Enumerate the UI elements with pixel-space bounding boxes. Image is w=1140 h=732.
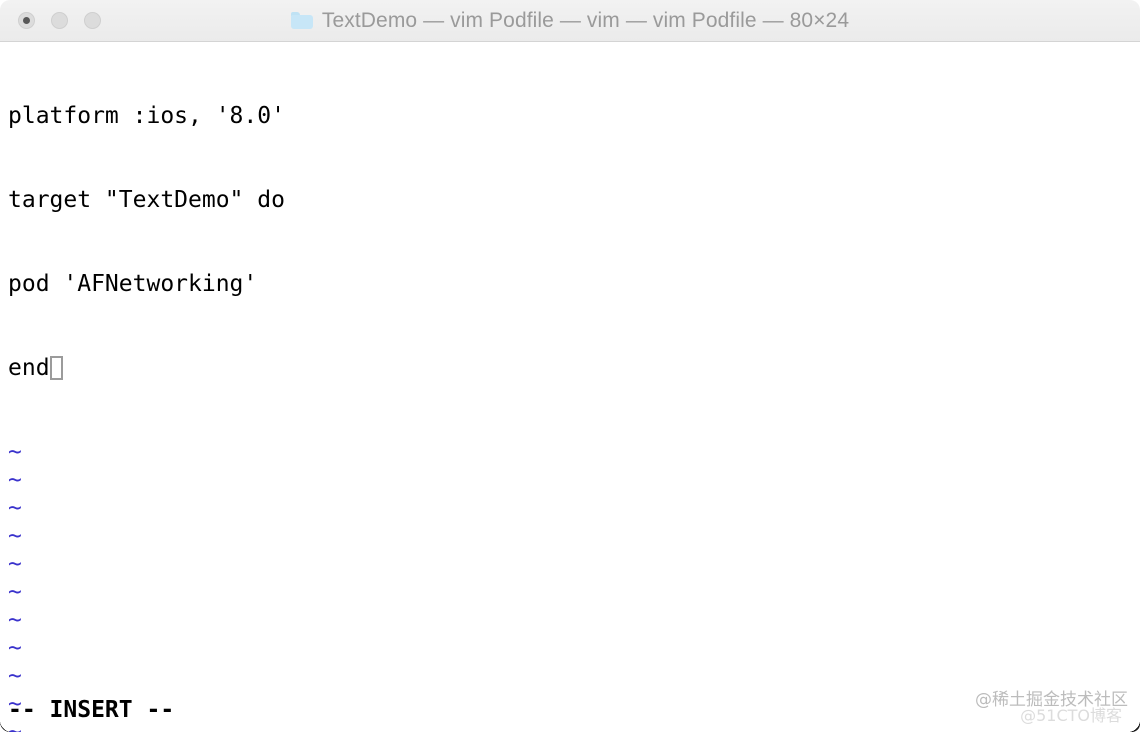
minimize-button[interactable]	[51, 12, 68, 29]
close-button[interactable]	[18, 12, 35, 29]
terminal-window: TextDemo — vim Podfile — vim — vim Podfi…	[0, 0, 1140, 732]
empty-line-marker: ~	[8, 523, 22, 549]
empty-line-marker: ~	[8, 719, 22, 732]
code-line: target "TextDemo" do	[8, 187, 285, 213]
empty-line-marker: ~	[8, 551, 22, 577]
empty-line-marker: ~	[8, 607, 22, 633]
window-title: TextDemo — vim Podfile — vim — vim Podfi…	[321, 8, 850, 32]
close-button-dot	[23, 17, 30, 24]
empty-line-marker: ~	[8, 691, 22, 717]
empty-line-marker: ~	[8, 439, 22, 465]
empty-line-markers: ~~~~~~~~~~~~~~~~~~~	[8, 438, 1140, 732]
folder-icon	[290, 12, 313, 29]
window-title-group: TextDemo — vim Podfile — vim — vim Podfi…	[0, 0, 1140, 41]
code-line: platform :ios, '8.0'	[8, 103, 285, 129]
traffic-light-group	[0, 12, 101, 29]
vim-buffer[interactable]: platform :ios, '8.0' target "TextDemo" d…	[8, 46, 1140, 732]
empty-line-marker: ~	[8, 495, 22, 521]
code-line: pod 'AFNetworking'	[8, 271, 258, 297]
code-line-with-cursor: end	[8, 354, 1140, 382]
empty-line-marker: ~	[8, 467, 22, 493]
terminal-content[interactable]: platform :ios, '8.0' target "TextDemo" d…	[0, 42, 1140, 732]
code-line-text: end	[8, 355, 50, 381]
empty-line-marker: ~	[8, 663, 22, 689]
vim-status-line: -- INSERT --	[8, 697, 175, 723]
watermark-secondary: @51CTO博客	[1020, 706, 1122, 725]
window-titlebar[interactable]: TextDemo — vim Podfile — vim — vim Podfi…	[0, 0, 1140, 42]
empty-line-marker: ~	[8, 635, 22, 661]
zoom-button[interactable]	[84, 12, 101, 29]
empty-line-marker: ~	[8, 579, 22, 605]
text-cursor	[49, 356, 63, 380]
